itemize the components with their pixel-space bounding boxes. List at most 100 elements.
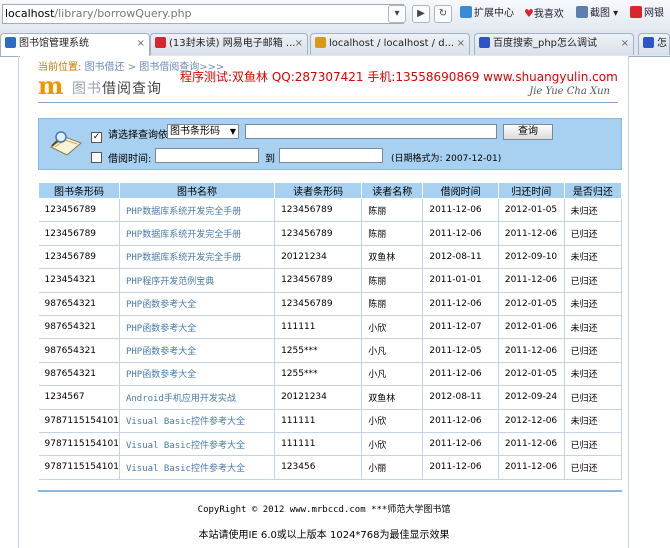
tab-overflow[interactable]: 怎 bbox=[638, 33, 670, 55]
table-cell: 未归还 bbox=[564, 198, 623, 223]
table-cell: 2011-12-07 bbox=[422, 315, 499, 340]
table-cell: 20121234 bbox=[274, 385, 363, 410]
table-cell: 111111 bbox=[274, 432, 363, 457]
book-title-link[interactable]: PHP程序开发范例宝典 bbox=[119, 268, 276, 293]
table-row: 9787115154101 Visual Basic控件参考大全 123456 小丽 2… bbox=[38, 455, 623, 480]
table-row: 987654321 PHP函数参考大全 111111 小欣 2011-12-07 2012… bbox=[38, 315, 623, 340]
tab-label: 百度搜索_php怎么调试 bbox=[493, 38, 598, 49]
close-icon[interactable]: × bbox=[137, 34, 145, 54]
table-cell: 未归还 bbox=[564, 292, 623, 316]
table-cell: 小凡 bbox=[361, 362, 424, 387]
table-cell: 9787115154101 bbox=[38, 455, 120, 480]
table-cell: 2011-12-06 bbox=[498, 455, 565, 480]
table-cell: 2012-01-05 bbox=[498, 292, 565, 316]
query-keyword-input[interactable] bbox=[245, 124, 497, 139]
table-header-row: 图书条形码 图书名称 读者条形码 读者名称 借阅时间 归还时间 是否归还 bbox=[38, 182, 623, 199]
tab-library-system[interactable]: 图书馆管理系统 × bbox=[0, 33, 150, 56]
table-cell: 已归还 bbox=[564, 455, 623, 480]
table-row: 9787115154101 Visual Basic控件参考大全 111111 小欣 2… bbox=[38, 432, 623, 457]
borrow-records-table: 图书条形码 图书名称 读者条形码 读者名称 借阅时间 归还时间 是否归还 123456789… bbox=[38, 182, 623, 480]
close-icon[interactable]: × bbox=[457, 34, 465, 54]
mail-icon bbox=[155, 37, 166, 48]
table-cell: 2011-12-06 bbox=[498, 338, 565, 363]
table-cell: 123456 bbox=[274, 455, 363, 480]
table-cell: 2011-01-01 bbox=[422, 268, 499, 293]
table-row: 123454321 PHP程序开发范例宝典 123456789 陈丽 2011-01-0… bbox=[38, 268, 623, 293]
book-title-link[interactable]: PHP函数参考大全 bbox=[119, 338, 276, 363]
dropdown-arrow-icon[interactable]: ▾ bbox=[388, 5, 406, 23]
table-cell: 小欣 bbox=[361, 409, 424, 433]
book-title-link[interactable]: PHP函数参考大全 bbox=[119, 315, 276, 340]
table-cell: 2011-12-06 bbox=[422, 198, 499, 223]
page-icon bbox=[5, 37, 16, 48]
table-row: 123456789 PHP数据库系统开发完全手册 123456789 陈丽 2011-1… bbox=[38, 221, 623, 246]
book-title-link[interactable]: PHP函数参考大全 bbox=[119, 292, 276, 316]
table-cell: 2012-09-24 bbox=[498, 385, 565, 410]
page-title-main: 借阅查询 bbox=[102, 81, 162, 97]
page-title-banner: m 图书借阅查询 Jie Yue Cha Xun bbox=[38, 74, 618, 100]
footer-divider bbox=[38, 490, 622, 492]
table-cell: 123456789 bbox=[38, 245, 120, 270]
book-title-link[interactable]: Visual Basic控件参考大全 bbox=[119, 409, 276, 433]
go-arrow-icon[interactable]: ▶ bbox=[412, 5, 430, 23]
paw-icon bbox=[479, 37, 490, 48]
table-cell: 987654321 bbox=[38, 315, 120, 340]
query-button[interactable]: 查询 bbox=[503, 124, 553, 140]
bank-label: 网银 bbox=[644, 8, 664, 19]
refresh-icon[interactable]: ↻ bbox=[434, 5, 452, 23]
query-by-checkbox[interactable]: ✓ bbox=[91, 132, 102, 143]
table-cell: 987654321 bbox=[38, 362, 120, 387]
query-field-select[interactable]: 图书条形码 ▼ bbox=[167, 124, 239, 139]
table-cell: 未归还 bbox=[564, 362, 623, 387]
paw-icon bbox=[643, 37, 654, 48]
book-title-link[interactable]: PHP数据库系统开发完全手册 bbox=[119, 221, 276, 246]
url-host: localhost bbox=[5, 7, 55, 20]
book-title-link[interactable]: Android手机应用开发实战 bbox=[119, 385, 276, 410]
table-cell: 111111 bbox=[274, 409, 363, 433]
end-date-input[interactable] bbox=[279, 148, 383, 163]
tab-label: localhost / localhost / d... bbox=[329, 38, 455, 49]
tab-phpmyadmin[interactable]: localhost / localhost / d... × bbox=[310, 33, 470, 55]
table-cell: 未归还 bbox=[564, 409, 623, 433]
close-icon[interactable]: × bbox=[295, 34, 303, 54]
book-title-link[interactable]: PHP数据库系统开发完全手册 bbox=[119, 198, 276, 223]
book-title-link[interactable]: PHP数据库系统开发完全手册 bbox=[119, 245, 276, 270]
to-label: 到 bbox=[265, 154, 275, 165]
table-cell: 陈丽 bbox=[361, 268, 424, 293]
close-icon[interactable]: × bbox=[621, 34, 629, 54]
table-cell: 2011-12-06 bbox=[422, 432, 499, 457]
table-cell: 111111 bbox=[274, 315, 363, 340]
tab-baidu-search[interactable]: 百度搜索_php怎么调试 × bbox=[474, 33, 634, 55]
copyright-text: CopyRight © 2012 www.mrbccd.com ***师范大学图… bbox=[197, 505, 451, 515]
book-title-link[interactable]: PHP函数参考大全 bbox=[119, 362, 276, 387]
table-row: 9787115154101 Visual Basic控件参考大全 111111 小欣 2… bbox=[38, 409, 623, 433]
table-cell: 987654321 bbox=[38, 338, 120, 363]
table-cell: 已归还 bbox=[564, 432, 623, 457]
book-title-link[interactable]: Visual Basic控件参考大全 bbox=[119, 432, 276, 457]
table-cell: 20121234 bbox=[274, 245, 363, 270]
search-book-icon bbox=[50, 131, 82, 156]
table-cell: 小凡 bbox=[361, 338, 424, 363]
extensions-label: 扩展中心 bbox=[474, 8, 514, 19]
tab-netease-mail[interactable]: (13封未读) 网易电子邮箱 ... × bbox=[150, 33, 308, 55]
table-cell: 2011-12-06 bbox=[498, 221, 565, 246]
page-content: 当前位置: 图书借还 > 图书借阅查询>>> 程序测试:双鱼林 QQ:28730… bbox=[20, 56, 628, 548]
scissors-icon bbox=[576, 6, 588, 18]
favorites-button[interactable]: ♥我喜欢 bbox=[524, 6, 564, 22]
table-cell: 小丽 bbox=[361, 455, 424, 480]
page-title-prefix: 图书 bbox=[72, 81, 102, 97]
screenshot-button[interactable]: 截图 ▾ bbox=[576, 6, 618, 22]
table-cell: 2012-08-11 bbox=[422, 385, 499, 410]
table-cell: 2011-12-06 bbox=[422, 292, 499, 316]
tab-label: 怎 bbox=[657, 38, 667, 49]
extensions-button[interactable]: 扩展中心 bbox=[460, 6, 514, 22]
borrow-time-checkbox[interactable] bbox=[91, 152, 102, 163]
url-field[interactable]: localhost/library/borrowQuery.php bbox=[2, 4, 404, 24]
table-cell: 123456789 bbox=[274, 292, 363, 316]
table-cell: 2011-12-05 bbox=[422, 338, 499, 363]
table-cell: 已归还 bbox=[564, 221, 623, 246]
start-date-input[interactable] bbox=[155, 148, 259, 163]
book-title-link[interactable]: Visual Basic控件参考大全 bbox=[119, 455, 276, 480]
bank-button[interactable]: 网银 bbox=[630, 6, 664, 22]
table-cell: 已归还 bbox=[564, 385, 623, 410]
